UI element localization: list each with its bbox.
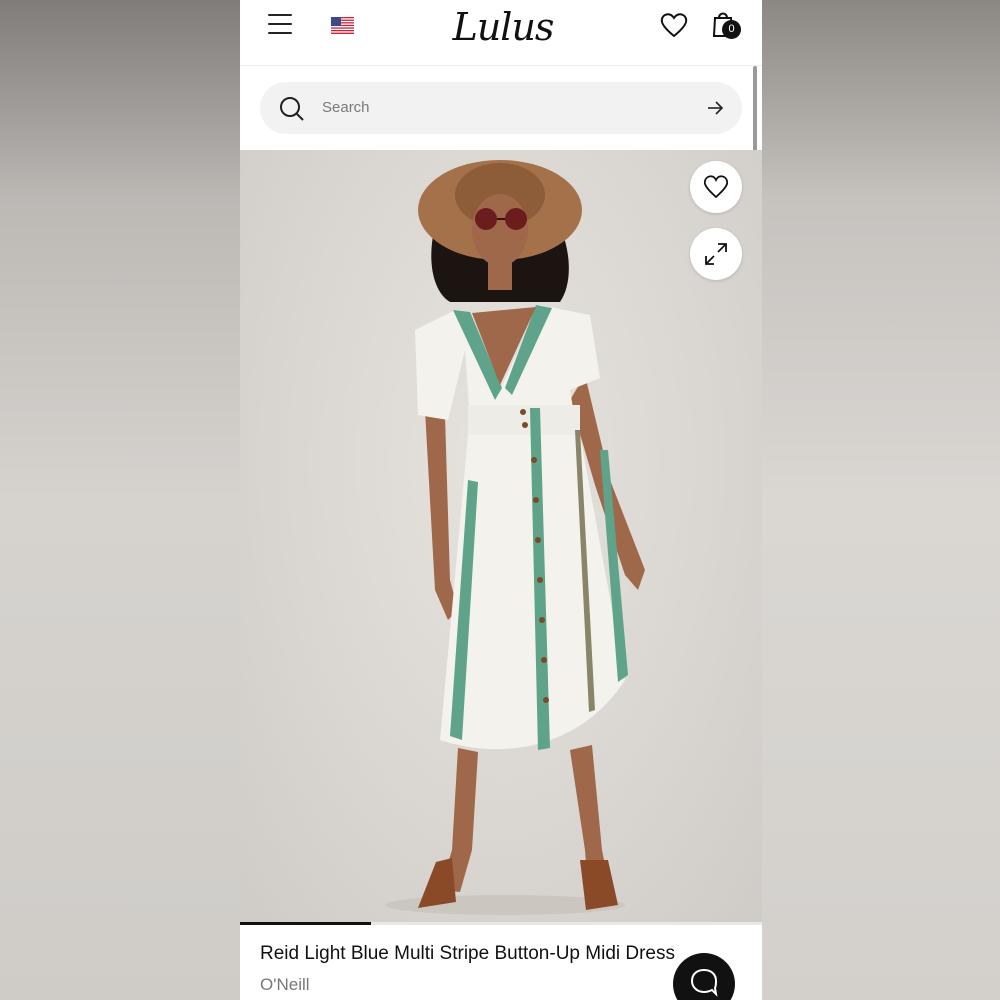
image-carousel-progress <box>240 922 762 925</box>
background-right <box>762 0 1000 1000</box>
heart-icon <box>703 175 729 199</box>
us-flag-icon[interactable] <box>331 17 354 34</box>
site-header: Lulus 0 <box>240 0 762 66</box>
chat-bubble-icon <box>690 968 718 997</box>
mobile-viewport: Lulus 0 Search Reid Light Blue Multi Str… <box>240 0 762 1000</box>
product-title: Reid Light Blue Multi Stripe Button-Up M… <box>260 943 676 964</box>
product-brand[interactable]: O'Neill <box>260 975 310 995</box>
lulus-logo[interactable]: Lulus <box>448 4 558 50</box>
hamburger-menu-icon[interactable] <box>268 14 292 36</box>
image-expand-button[interactable] <box>690 228 742 280</box>
wishlist-heart-icon[interactable] <box>660 12 688 38</box>
search-placeholder: Search <box>322 99 370 116</box>
background-left <box>0 0 240 1000</box>
image-wishlist-button[interactable] <box>690 161 742 213</box>
product-image[interactable] <box>240 150 762 925</box>
product-model-illustration <box>385 160 645 915</box>
expand-icon <box>705 243 727 265</box>
arrow-right-icon[interactable] <box>706 99 724 117</box>
search-input[interactable]: Search <box>260 82 742 134</box>
carousel-progress-fill <box>240 922 371 925</box>
search-icon <box>280 97 304 121</box>
cart-count-badge: 0 <box>722 20 741 39</box>
